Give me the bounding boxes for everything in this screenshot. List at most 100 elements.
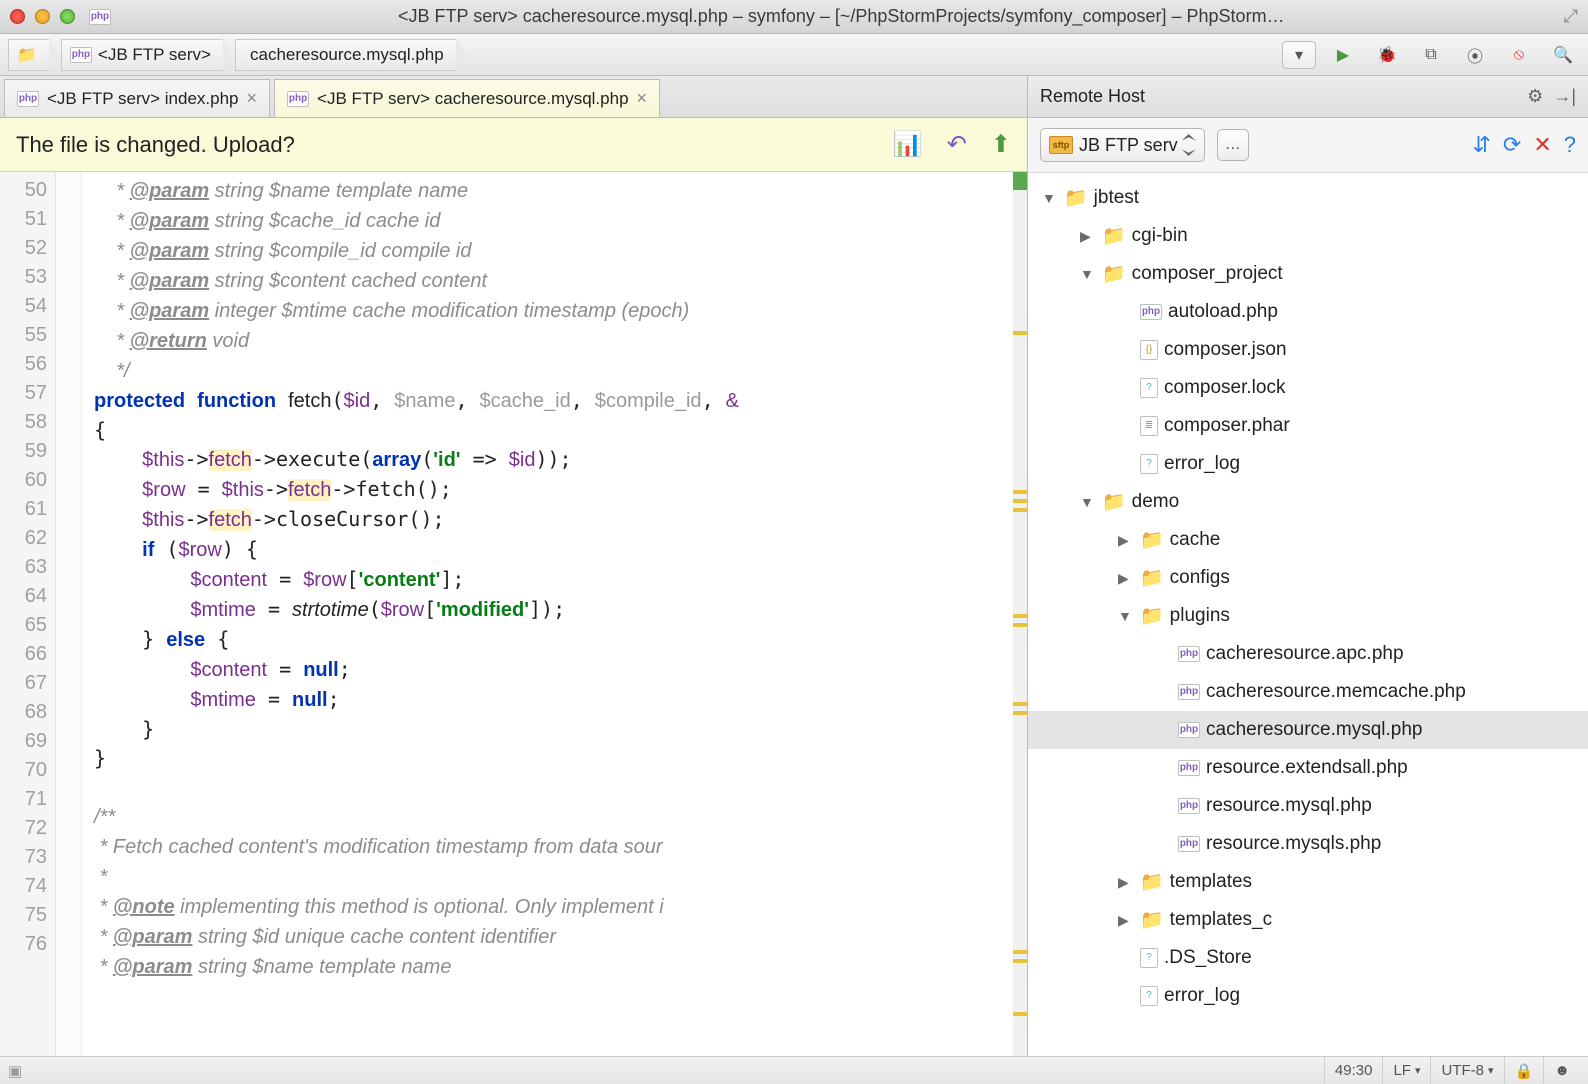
tree-item[interactable]: {} composer.json xyxy=(1028,331,1588,369)
expand-arrow-icon[interactable]: ▼ xyxy=(1118,608,1134,624)
breadcrumb-file-label: cacheresource.mysql.php xyxy=(250,45,444,65)
upload-icon[interactable]: ⬆ xyxy=(991,130,1011,159)
refresh-icon[interactable]: ⟳ xyxy=(1503,132,1521,158)
tree-item[interactable]: ▼📁jbtest xyxy=(1028,179,1588,217)
remote-file-tree[interactable]: ▼📁jbtest▶📁cgi-bin▼📁composer_projectphpau… xyxy=(1028,173,1588,1056)
tree-item[interactable]: ?error_log xyxy=(1028,977,1588,1015)
tab-cacheresource-mysql[interactable]: php <JB FTP serv> cacheresource.mysql.ph… xyxy=(274,79,660,117)
expand-arrow-icon[interactable]: ▶ xyxy=(1118,570,1134,587)
revert-icon[interactable]: ↶ xyxy=(947,130,967,159)
window-title: <JB FTP serv> cacheresource.mysql.php – … xyxy=(119,6,1564,27)
tree-item-label: error_log xyxy=(1164,453,1240,475)
collapse-icon[interactable]: ⇵ xyxy=(1472,132,1490,158)
disconnect-icon[interactable]: ✕ xyxy=(1533,132,1551,158)
tree-item[interactable]: ▼📁composer_project xyxy=(1028,255,1588,293)
expand-arrow-icon[interactable]: ▶ xyxy=(1118,912,1134,929)
tree-item[interactable]: ▼📁plugins xyxy=(1028,597,1588,635)
php-file-icon: php xyxy=(1178,836,1200,852)
folder-icon: 📁 xyxy=(1140,870,1164,894)
tree-item-label: composer.phar xyxy=(1164,415,1290,437)
tree-item[interactable]: ▶📁cache xyxy=(1028,521,1588,559)
gear-icon[interactable]: ⚙ xyxy=(1527,86,1543,107)
profile-button[interactable]: ⦿ xyxy=(1458,41,1492,69)
php-file-icon: php xyxy=(70,47,92,63)
tree-item[interactable]: ▼📁demo xyxy=(1028,483,1588,521)
coverage-button[interactable]: ⧉ xyxy=(1414,41,1448,69)
status-indicator-icon[interactable]: ▣ xyxy=(8,1062,22,1080)
expand-arrow-icon[interactable]: ▶ xyxy=(1118,874,1134,891)
close-icon[interactable]: × xyxy=(637,88,648,109)
hector-icon[interactable]: ☻ xyxy=(1543,1057,1580,1084)
upload-banner: The file is changed. Upload? 📊 ↶ ⬆ xyxy=(0,118,1027,172)
expand-arrow-icon[interactable]: ▼ xyxy=(1042,190,1058,206)
hide-panel-icon[interactable]: →| xyxy=(1553,86,1576,107)
window-close-button[interactable] xyxy=(10,9,25,24)
file-icon: ? xyxy=(1140,454,1158,474)
server-name: JB FTP serv xyxy=(1079,135,1178,156)
sftp-icon: sftp xyxy=(1049,136,1073,154)
tree-item[interactable]: ▶📁templates xyxy=(1028,863,1588,901)
tab-label: <JB FTP serv> index.php xyxy=(47,89,239,109)
tree-item[interactable]: phpresource.mysqls.php xyxy=(1028,825,1588,863)
close-icon[interactable]: × xyxy=(247,88,258,109)
tree-item[interactable]: phpcacheresource.memcache.php xyxy=(1028,673,1588,711)
window-zoom-button[interactable] xyxy=(60,9,75,24)
search-button[interactable]: 🔍 xyxy=(1546,41,1580,69)
server-selector[interactable]: sftp JB FTP serv xyxy=(1040,128,1205,162)
tree-item[interactable]: ▶ 📁 cgi-bin xyxy=(1028,217,1588,255)
file-icon: ? xyxy=(1140,948,1158,968)
expand-arrow-icon[interactable]: ▼ xyxy=(1080,494,1096,510)
stop-button[interactable]: ⦸ xyxy=(1502,41,1536,69)
tree-item-label: configs xyxy=(1170,567,1230,589)
tree-item[interactable]: phpresource.extendsall.php xyxy=(1028,749,1588,787)
code-editor[interactable]: * @param string $name template name * @p… xyxy=(82,172,1027,1056)
expand-arrow-icon[interactable]: ▶ xyxy=(1118,532,1134,549)
navigation-bar: 📁 php <JB FTP serv> cacheresource.mysql.… xyxy=(0,34,1588,76)
run-config-dropdown[interactable]: ▾ xyxy=(1282,41,1316,69)
line-number-gutter[interactable]: 5051525354555657585960616263646566676869… xyxy=(0,172,56,1056)
tree-item[interactable]: ? error_log xyxy=(1028,445,1588,483)
expand-arrow-icon[interactable]: ▼ xyxy=(1080,266,1096,282)
folder-icon: 📁 xyxy=(1102,224,1126,248)
fullscreen-icon[interactable]: ⤢ xyxy=(1564,6,1578,27)
tree-item[interactable]: ≣composer.phar xyxy=(1028,407,1588,445)
expand-arrow-icon[interactable]: ▶ xyxy=(1080,228,1096,245)
tree-item-label: composer.json xyxy=(1164,339,1287,361)
tree-item-label: demo xyxy=(1132,491,1180,513)
fold-gutter[interactable] xyxy=(56,172,82,1056)
cursor-position[interactable]: 49:30 xyxy=(1324,1057,1383,1084)
window-minimize-button[interactable] xyxy=(35,9,50,24)
tree-item[interactable]: phpresource.mysql.php xyxy=(1028,787,1588,825)
tree-item[interactable]: ?.DS_Store xyxy=(1028,939,1588,977)
php-file-icon: php xyxy=(89,9,111,25)
file-encoding[interactable]: UTF-8▾ xyxy=(1430,1057,1503,1084)
tree-item[interactable]: ?composer.lock xyxy=(1028,369,1588,407)
tree-item[interactable]: phpcacheresource.mysql.php xyxy=(1028,711,1588,749)
tree-item-label: resource.extendsall.php xyxy=(1206,757,1408,779)
json-file-icon: {} xyxy=(1140,340,1158,360)
breadcrumb-root[interactable]: 📁 xyxy=(8,39,49,71)
tree-item-label: plugins xyxy=(1170,605,1230,627)
breadcrumb-server-label: <JB FTP serv> xyxy=(98,45,211,65)
error-stripe[interactable] xyxy=(1013,172,1027,1056)
window-titlebar: php <JB FTP serv> cacheresource.mysql.ph… xyxy=(0,0,1588,34)
tree-item-label: composer_project xyxy=(1132,263,1283,285)
debug-button[interactable]: 🐞 xyxy=(1370,41,1404,69)
compare-icon[interactable]: 📊 xyxy=(893,130,923,159)
line-separator[interactable]: LF▾ xyxy=(1382,1057,1430,1084)
run-button[interactable]: ▶ xyxy=(1326,41,1360,69)
tree-item[interactable]: ▶ 📁 configs xyxy=(1028,559,1588,597)
tree-item-label: cgi-bin xyxy=(1132,225,1188,247)
tree-item[interactable]: phpautoload.php xyxy=(1028,293,1588,331)
tree-item[interactable]: phpcacheresource.apc.php xyxy=(1028,635,1588,673)
breadcrumb-server[interactable]: php <JB FTP serv> xyxy=(61,39,223,71)
help-icon[interactable]: ? xyxy=(1564,132,1576,158)
tab-label: <JB FTP serv> cacheresource.mysql.php xyxy=(317,89,629,109)
breadcrumb-file[interactable]: cacheresource.mysql.php xyxy=(235,39,456,71)
lock-icon[interactable]: 🔒 xyxy=(1504,1057,1544,1084)
tree-item[interactable]: ▶📁templates_c xyxy=(1028,901,1588,939)
tab-index-php[interactable]: php <JB FTP serv> index.php × xyxy=(4,79,270,117)
browse-button[interactable]: … xyxy=(1217,129,1249,161)
php-file-icon: php xyxy=(287,91,309,107)
folder-icon: 📁 xyxy=(1140,566,1164,590)
